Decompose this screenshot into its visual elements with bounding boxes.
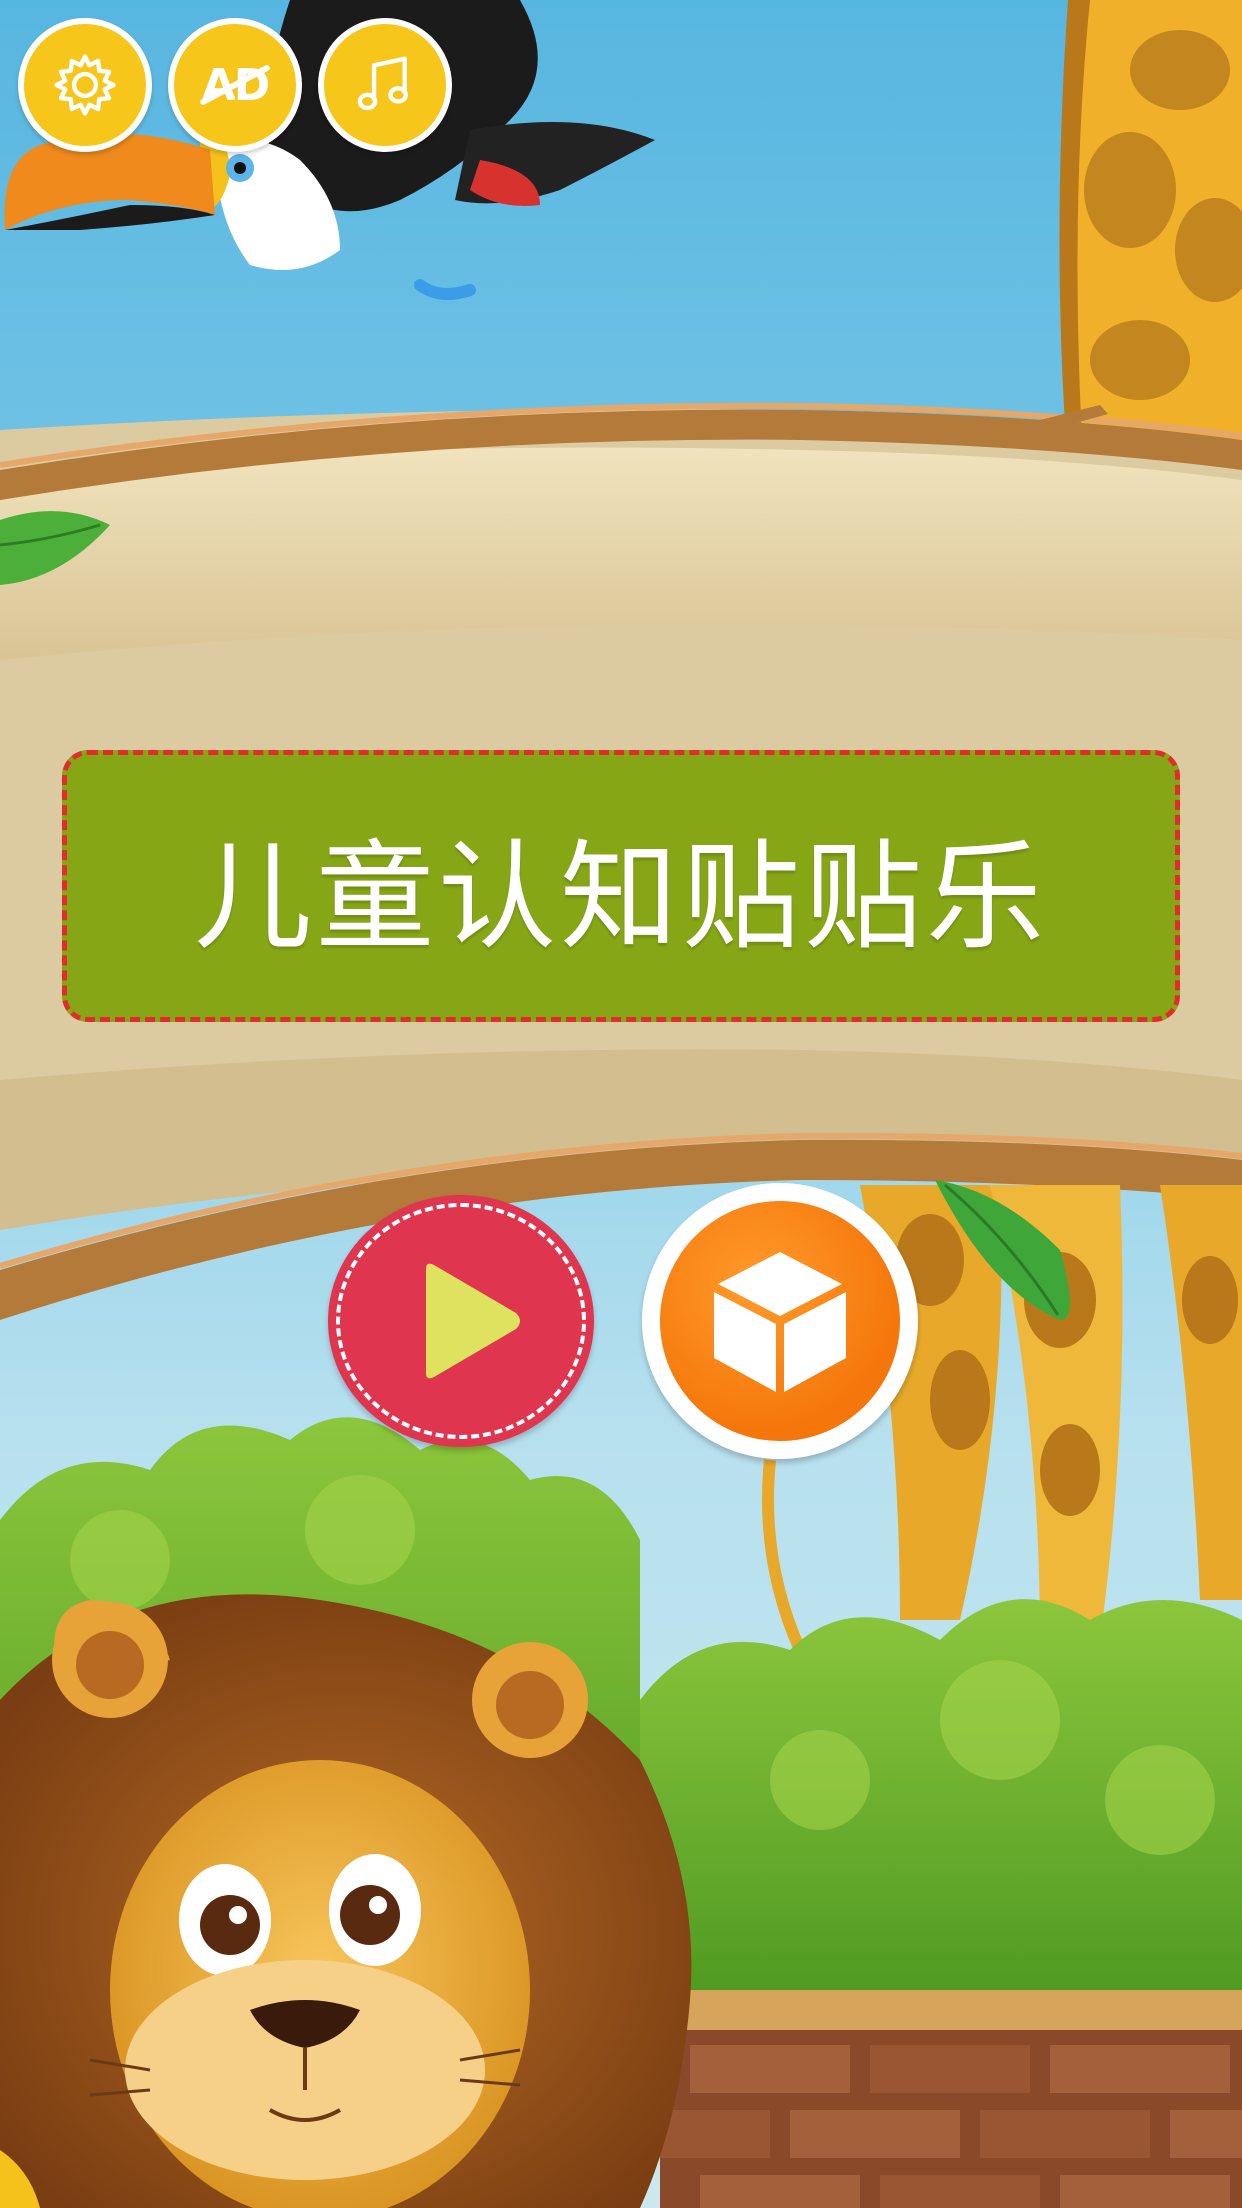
remove-ads-button[interactable]: AD <box>168 18 302 152</box>
no-ads-icon: AD <box>199 60 271 111</box>
cube-icon <box>714 1252 846 1392</box>
play-icon <box>426 1263 520 1379</box>
play-button[interactable] <box>328 1195 594 1447</box>
giraffe-neck-top <box>1059 0 1242 470</box>
music-note-icon <box>357 56 408 111</box>
game-scene: AD 儿童认知贴贴乐 <box>0 0 1242 2208</box>
background-illustration <box>0 0 1242 2208</box>
collection-button-face <box>660 1201 900 1441</box>
music-toggle-button[interactable] <box>318 18 452 152</box>
settings-button[interactable] <box>18 18 152 152</box>
title-plaque: 儿童认知贴贴乐 <box>62 750 1180 1022</box>
app-title: 儿童认知贴贴乐 <box>193 827 1048 966</box>
gear-icon <box>54 54 116 116</box>
brick-wall <box>660 1990 1242 2208</box>
collection-button[interactable] <box>642 1183 918 1459</box>
